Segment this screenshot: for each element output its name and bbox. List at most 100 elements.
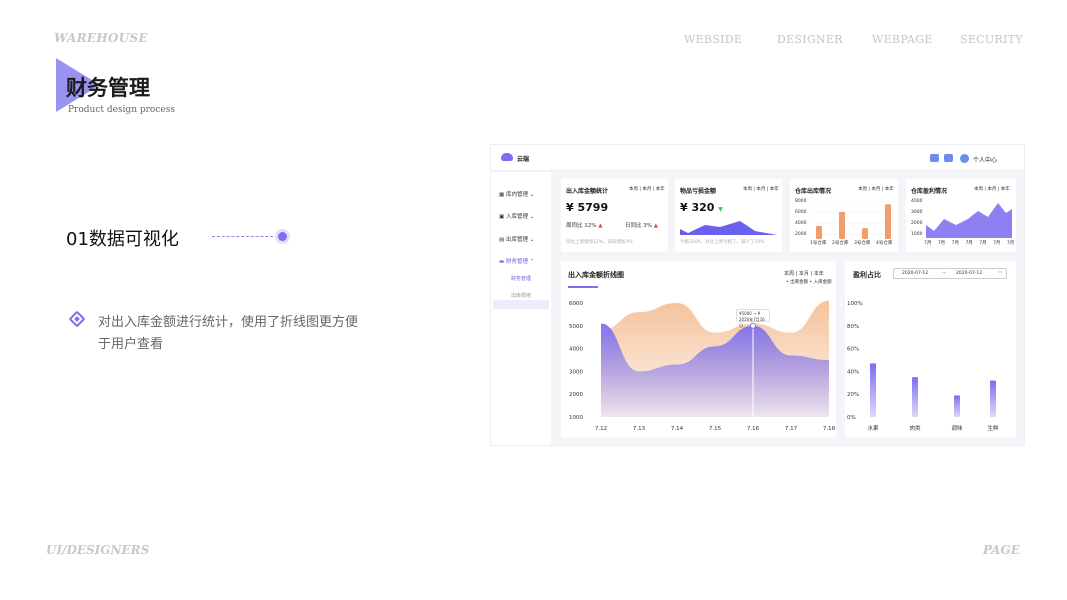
y-tick-label: 40% [847,369,859,375]
y-label: 2000 [911,221,923,226]
x-tick-label: 7.13 [633,426,646,432]
tooltip-value: ¥5000 → ¥ [739,311,761,316]
y-tick-label: 0% [847,415,856,421]
y-tick-label: 5000 [569,324,583,330]
sidebar-item-stock[interactable]: ▦ 库内管理 ⌄ [499,190,534,198]
print-icon[interactable] [930,154,939,162]
profit-bar [990,380,996,417]
sidebar-sub-finance[interactable]: 财务管理 [511,275,531,282]
profit-bar-chart: 100% 80% 60% 40% 20% 0% 水果 肉类 调味 生鲜 [847,301,999,432]
sidebar-item-inbound[interactable]: ▣ 入库管理 ⌄ [499,212,534,220]
cloud-logo-icon [501,153,513,161]
card-title: 出入库金额统计 [566,188,609,195]
profit-bar [912,377,918,417]
nav-webpage[interactable]: WEBPAGE [872,33,933,46]
x-tick-label: 7.14 [671,426,684,432]
diamond-bullet-icon [68,310,86,328]
card-title: 仓库盈利情况 [911,188,948,195]
x-label: 4号仓库 [876,241,893,246]
y-label: 3000 [911,210,923,215]
card-title: 物品亏损金额 [680,188,717,195]
page-subtitle: Product design process [68,105,175,115]
x-label: 2号仓库 [832,241,849,246]
nav-designer[interactable]: DESIGNER [777,33,843,46]
sidebar-item-outbound[interactable]: ▤ 出库管理 ⌄ [499,235,534,243]
x-tick-label: 7.15 [709,426,722,432]
x-tick-label: 7.16 [747,426,760,432]
y-label: 6000 [795,210,807,215]
y-tick-label: 4000 [569,347,583,353]
app-name: 云端 [517,156,530,163]
loss-area-sparkline [680,221,777,235]
line-chart-svg: 6000 5000 4000 3000 2000 1000 7.12 7.13 7.14 7.15… [569,300,836,432]
x-label: 3号仓库 [854,241,871,246]
y-tick-label: 100% [847,301,863,307]
user-avatar-icon[interactable] [960,154,969,163]
tooltip: ¥5000 → ¥ 2020年7月16日 [736,309,770,328]
y-label: 2000 [795,232,807,237]
y-label: 1000 [911,232,923,237]
brand-label: WAREHOUSE [54,31,148,45]
dashboard-topbar: 云端 个人中心 [491,145,1024,171]
y-tick-label: 6000 [569,301,583,307]
card-note: 亏损320¥，对比上周亏损了，减少了10% [680,240,765,245]
x-tick-label: 7.12 [595,426,607,432]
card-range[interactable]: 本周 | 本月 | 本年 [974,186,1010,192]
profit-area-sparkline [926,203,1012,238]
profit-bar [870,363,876,417]
y-tick-label: 20% [847,392,859,398]
footer-right: PAGE [983,543,1020,557]
card-value: ¥ 5799 [566,201,609,214]
card-range[interactable]: 本周 | 本月 | 本年 [743,186,779,192]
section-description: 对出入库金额进行统计，使用了折线图更方便于用户查看 [98,315,359,352]
card-warehouse-out: 仓库出库情况 本周 | 本月 | 本年 8000 6000 4000 2000 … [790,179,898,252]
y-tick-label: 3000 [569,369,583,375]
y-label: 4000 [795,221,807,226]
dashboard-sidebar: ▦ 库内管理 ⌄ ▣ 入库管理 ⌄ ▤ 出库管理 ⌄ ▬ 财务管理 ⌃ 财务管理… [491,172,551,445]
day-compare: 日同比 3% ▲ [625,223,658,229]
y-tick-label: 80% [847,324,859,330]
line-chart-panel: 出入库金额折线图 本周 | 本月 | 本年 • 出库金额 • 入库金额 6000… [561,261,836,437]
week-compare: 周同比 12% ▲ [566,223,603,229]
warehouse-bar [816,225,822,239]
y-label: 4000 [911,199,923,204]
card-range[interactable]: 本周 | 本月 | 本年 [858,186,894,192]
dashboard-screenshot: 云端 个人中心 ▦ 库内管理 ⌄ ▣ 入库管理 ⌄ ▤ 出库管理 ⌄ ▬ 财务管… [490,144,1025,446]
sidebar-sub-outcost[interactable]: 出库费用 [511,292,531,299]
warehouse-bar [839,211,845,239]
connector-dot [278,232,287,241]
dotted-connector [212,236,278,237]
card-title: 仓库出库情况 [795,188,832,195]
x-tick-label: 调味 [951,424,963,432]
x-tick-label: 7.17 [785,426,798,432]
sidebar-item-finance[interactable]: ▬ 财务管理 ⌃ [499,257,534,265]
card-warehouse-profit: 仓库盈利情况 本周 | 本月 | 本年 4000 3000 2000 1000 … [906,179,1016,252]
y-tick-label: 2000 [569,392,583,398]
warehouse-bar-chart [812,201,894,239]
user-center-link[interactable]: 个人中心 [973,155,997,164]
x-tick-label: 水果 [867,424,879,432]
y-tick-label: 1000 [569,415,583,421]
card-value: ¥ 320 ▼ [680,201,723,214]
x-labels: 7月 7月 7月 7月 7月 7月 7月 [924,241,1015,246]
sidebar-sub-active-bg [493,300,549,309]
warehouse-bar [885,204,891,239]
x-tick-label: 生鲜 [987,424,999,432]
page-title: 财务管理 [66,76,150,100]
card-range[interactable]: 本周 | 本月 | 本年 [629,186,665,192]
y-tick-label: 60% [847,347,859,353]
profit-panel: 盈利占比 2020-07-12 → 2020-07-12 ▭ 100% 80% 60… [845,261,1016,437]
x-tick-label: 肉类 [909,424,921,432]
card-inout-stats: 出入库金额统计 本周 | 本月 | 本年 ¥ 5799 周同比 12% ▲ 日同… [561,179,668,252]
x-label: 1号仓库 [810,241,827,246]
card-note: 同比上周增加12%，日同增加3% [566,240,633,245]
footer-left: UI/DESIGNERS [46,543,150,557]
nav-webside[interactable]: WEBSIDE [684,33,742,46]
y-label: 8000 [795,199,807,204]
nav-security[interactable]: SECURITY [960,33,1023,46]
profit-bar [954,395,960,417]
warehouse-bar [862,228,868,239]
x-tick-label: 7.18 [823,426,836,432]
section-title: 01数据可视化 [66,229,179,250]
printer-icon[interactable] [944,154,953,162]
